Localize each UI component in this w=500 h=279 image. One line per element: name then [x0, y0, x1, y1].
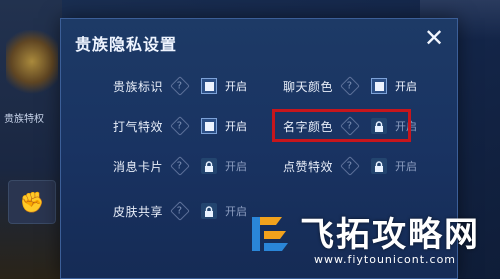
setting-label: 皮肤共享: [113, 204, 164, 219]
setting-noble-badge: 贵族标识 ? 开启: [113, 74, 247, 98]
help-icon[interactable]: ?: [340, 156, 360, 176]
setting-chat-color: 聊天颜色 ? 开启: [283, 74, 417, 98]
setting-label: 点赞特效: [283, 159, 334, 174]
setting-label: 贵族标识: [113, 79, 164, 94]
help-icon[interactable]: ?: [170, 76, 190, 96]
setting-message-card: 消息卡片 ? 开启: [113, 154, 247, 178]
setting-skin-share: 皮肤共享 ? 开启: [113, 199, 247, 223]
checkmark-icon: [204, 121, 214, 131]
close-button[interactable]: ✕: [423, 24, 445, 52]
dialog-title: 贵族隐私设置: [75, 35, 178, 54]
setting-state: 开启: [225, 160, 247, 173]
setting-label: 打气特效: [113, 119, 164, 134]
setting-state: 开启: [395, 160, 417, 173]
close-icon: ✕: [423, 24, 445, 52]
watermark: 飞拓攻略网 www.fiytounicont.com: [242, 205, 492, 275]
setting-state: 开启: [225, 80, 247, 93]
setting-cheer-effect: 打气特效 ? 开启: [113, 114, 247, 138]
setting-like-effect: 点赞特效 ? 开启: [283, 154, 417, 178]
brand-name: 飞拓攻略网: [300, 215, 480, 255]
toggle-checkbox[interactable]: [201, 118, 217, 134]
noble-emblem-icon: [6, 30, 58, 100]
help-icon[interactable]: ?: [170, 201, 190, 221]
setting-state: 开启: [225, 120, 247, 133]
lock-icon[interactable]: [201, 203, 217, 219]
setting-state: 开启: [395, 80, 417, 93]
highlight-box: [272, 109, 411, 142]
side-label: 贵族特权: [4, 114, 44, 125]
checkmark-icon: [374, 81, 384, 91]
setting-label: 聊天颜色: [283, 79, 334, 94]
lock-icon[interactable]: [371, 158, 387, 174]
checkmark-icon: [204, 81, 214, 91]
toggle-checkbox[interactable]: [201, 78, 217, 94]
toggle-checkbox[interactable]: [371, 78, 387, 94]
background-panel: 贵族特权 ✊: [0, 0, 62, 279]
help-icon[interactable]: ?: [170, 156, 190, 176]
fist-icon: ✊: [8, 180, 56, 224]
help-icon[interactable]: ?: [170, 116, 190, 136]
help-icon[interactable]: ?: [340, 76, 360, 96]
setting-label: 消息卡片: [113, 159, 164, 174]
lock-icon[interactable]: [201, 158, 217, 174]
brand-logo-icon: [252, 217, 288, 251]
brand-url: www.fiytounicont.com: [314, 253, 457, 266]
